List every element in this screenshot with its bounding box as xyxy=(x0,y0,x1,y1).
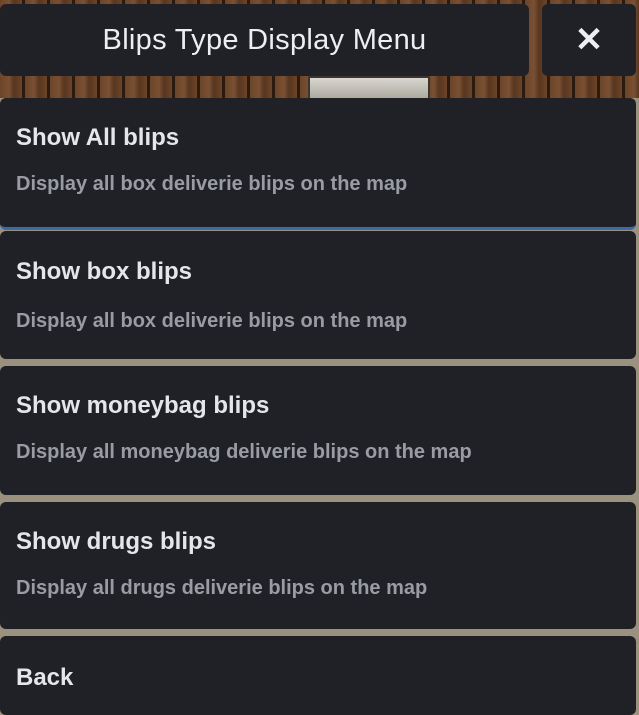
menu-item-description: Display all box deliverie blips on the m… xyxy=(16,310,408,332)
menu-item-label: Show moneybag blips xyxy=(16,392,270,419)
menu-item-label: Back xyxy=(16,664,74,691)
menu-item-show-moneybag-blips[interactable]: Show moneybag blips Display all moneybag… xyxy=(0,366,636,495)
menu-item-show-drugs-blips[interactable]: Show drugs blips Display all drugs deliv… xyxy=(0,502,636,629)
menu-item-show-box-blips[interactable]: Show box blips Display all box deliverie… xyxy=(0,231,636,359)
close-button[interactable]: ✕ xyxy=(542,4,636,76)
menu-item-description: Display all box deliverie blips on the m… xyxy=(16,173,408,195)
menu-item-description: Display all drugs deliverie blips on the… xyxy=(16,577,428,599)
menu-item-back[interactable]: Back xyxy=(0,636,636,715)
menu-item-label: Show box blips xyxy=(16,258,193,285)
menu-title: Blips Type Display Menu xyxy=(102,23,427,56)
menu-item-description: Display all moneybag deliverie blips on … xyxy=(16,441,472,463)
menu-header: Blips Type Display Menu xyxy=(0,4,529,76)
menu-item-label: Show drugs blips xyxy=(16,528,217,555)
menu-item-show-all-blips[interactable]: Show All blips Display all box deliverie… xyxy=(0,98,636,230)
menu-item-label: Show All blips xyxy=(16,124,180,151)
close-icon: ✕ xyxy=(574,21,604,59)
